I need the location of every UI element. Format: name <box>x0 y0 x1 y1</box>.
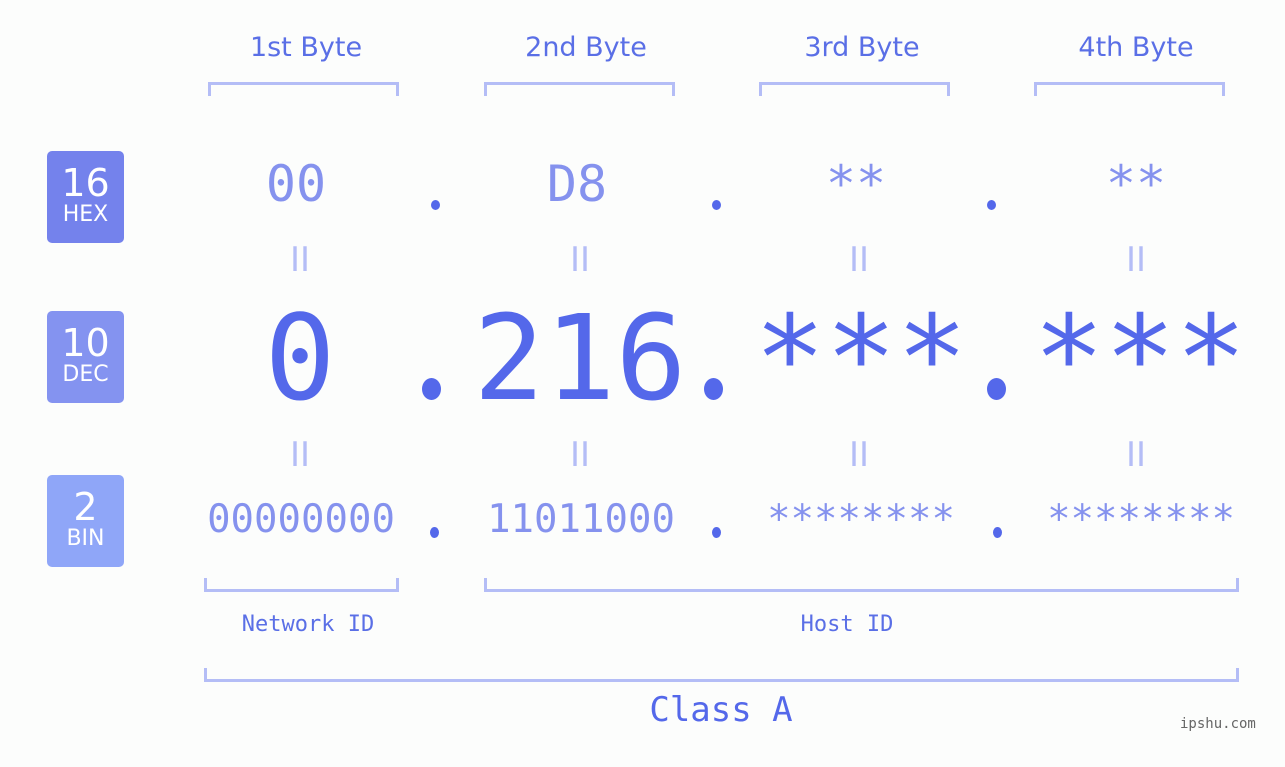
dec-dot-3 <box>987 378 1006 400</box>
bin-badge-label: BIN <box>66 526 105 551</box>
byte-bracket-1 <box>208 82 399 96</box>
dec-dot-1 <box>422 378 441 400</box>
class-bracket <box>204 668 1239 682</box>
dec-byte-1: 0 <box>264 289 336 427</box>
byte-header-2: 2nd Byte <box>525 32 647 63</box>
equals-icon: II <box>848 240 870 280</box>
hex-byte-3: ** <box>825 155 887 213</box>
equals-icon: II <box>569 435 591 475</box>
bin-dot-3 <box>993 527 1002 538</box>
hex-badge-label: HEX <box>62 202 109 227</box>
dec-byte-4: *** <box>1033 289 1247 427</box>
bin-byte-3: ******** <box>767 497 955 542</box>
dec-badge-base: 10 <box>61 321 110 365</box>
bin-dot-2 <box>712 527 721 538</box>
equals-icon: II <box>1125 435 1147 475</box>
dec-badge: 10 DEC <box>47 311 124 403</box>
dec-byte-3: *** <box>754 289 968 427</box>
host-id-bracket <box>484 578 1239 592</box>
equals-icon: II <box>1125 240 1147 280</box>
bin-badge-base: 2 <box>73 485 98 529</box>
network-id-label: Network ID <box>241 612 375 637</box>
equals-icon: II <box>848 435 870 475</box>
byte-header-3: 3rd Byte <box>804 32 920 63</box>
bin-badge: 2 BIN <box>47 475 124 567</box>
ip-class-label: Class A <box>649 690 793 730</box>
bin-byte-4: ******** <box>1047 497 1235 542</box>
host-id-label: Host ID <box>800 612 894 637</box>
dec-dot-2 <box>704 378 723 400</box>
bin-dot-1 <box>430 527 439 538</box>
hex-badge: 16 HEX <box>47 151 124 243</box>
dec-byte-2: 216 <box>473 289 687 427</box>
byte-bracket-2 <box>484 82 675 96</box>
byte-bracket-3 <box>759 82 950 96</box>
equals-icon: II <box>569 240 591 280</box>
bin-byte-2: 11011000 <box>487 497 675 542</box>
hex-byte-1: 00 <box>265 155 327 213</box>
byte-header-1: 1st Byte <box>249 32 363 63</box>
hex-byte-4: ** <box>1105 155 1167 213</box>
equals-icon: II <box>289 435 311 475</box>
hex-byte-2: D8 <box>546 155 608 213</box>
hex-dot-3 <box>987 200 996 210</box>
equals-icon: II <box>289 240 311 280</box>
hex-badge-base: 16 <box>61 161 110 205</box>
byte-header-4: 4th Byte <box>1078 32 1194 63</box>
hex-dot-1 <box>431 200 440 210</box>
dec-badge-label: DEC <box>62 362 109 387</box>
network-id-bracket <box>204 578 399 592</box>
byte-bracket-4 <box>1034 82 1225 96</box>
hex-dot-2 <box>712 200 721 210</box>
watermark: ipshu.com <box>1180 716 1256 732</box>
bin-byte-1: 00000000 <box>207 497 395 542</box>
